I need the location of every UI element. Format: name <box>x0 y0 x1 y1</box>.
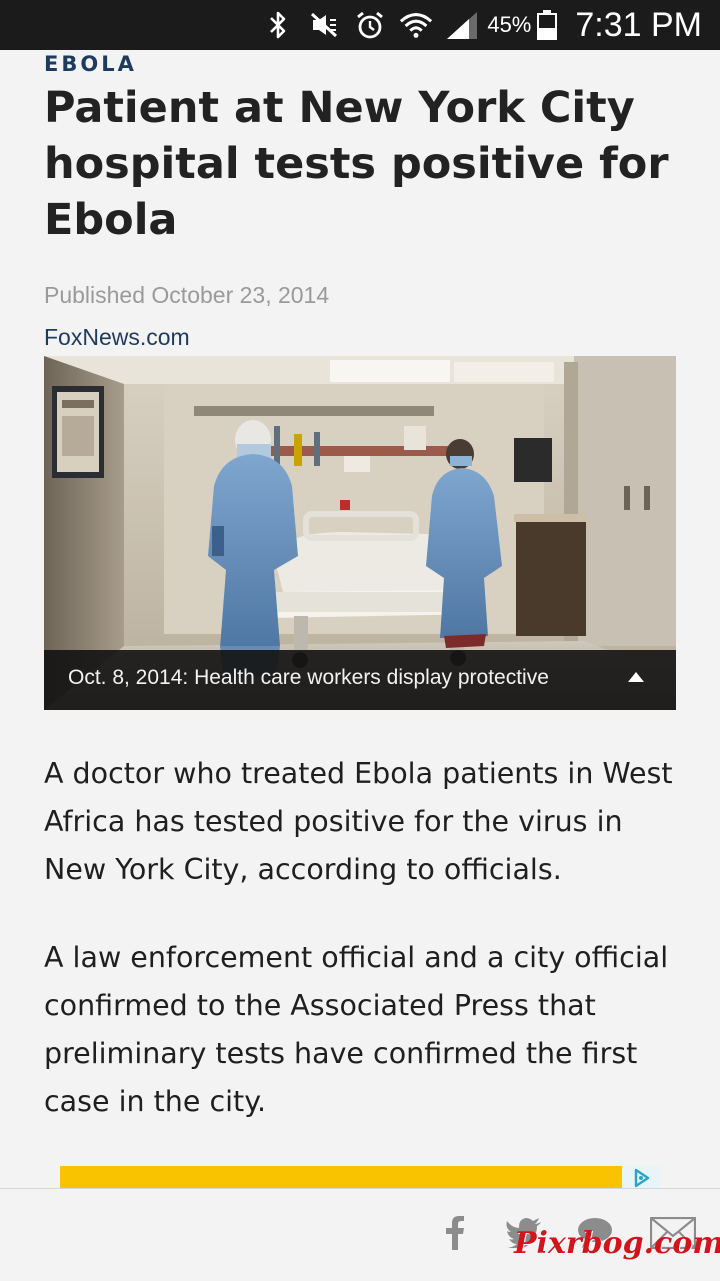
article-headline: Patient at New York City hospital tests … <box>44 83 669 245</box>
adchoices-icon[interactable] <box>622 1166 660 1190</box>
status-time: 7:31 PM <box>575 5 702 44</box>
status-bar: 45% 7:31 PM <box>0 0 720 50</box>
watermark: Pixrbog.com <box>514 1226 720 1261</box>
bluetooth-icon <box>261 0 295 50</box>
facebook-icon[interactable] <box>440 1211 470 1255</box>
article-category[interactable]: EBOLA <box>44 52 137 76</box>
mute-icon <box>307 0 341 50</box>
photo-caption: Oct. 8, 2014: Health care workers displa… <box>68 666 549 689</box>
published-date: Published October 23, 2014 <box>44 282 330 308</box>
status-icons: 45% 7:31 PM <box>249 0 702 50</box>
battery-percent: 45% <box>487 12 532 37</box>
photo-caption-bar[interactable]: Oct. 8, 2014: Health care workers displa… <box>44 650 676 710</box>
article-paragraph: A doctor who treated Ebola patients in W… <box>44 757 673 886</box>
alarm-icon <box>353 0 387 50</box>
article-paragraph: A law enforcement official and a city of… <box>44 941 669 1118</box>
ad-banner[interactable] <box>60 1166 660 1190</box>
article-photo[interactable]: Oct. 8, 2014: Health care workers displa… <box>44 356 676 710</box>
signal-icon <box>445 0 479 50</box>
caret-up-icon[interactable] <box>628 672 652 690</box>
source-link[interactable]: FoxNews.com <box>44 324 190 351</box>
battery-icon <box>537 10 558 40</box>
wifi-icon <box>399 0 433 50</box>
